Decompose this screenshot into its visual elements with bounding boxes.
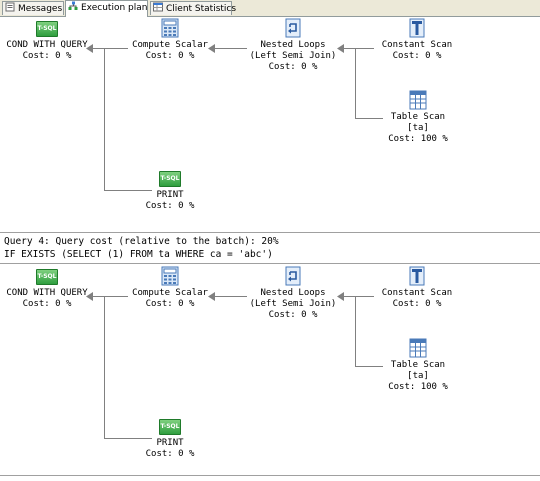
plan-node-compute-scalar[interactable]: Compute Scalar Cost: 0 % <box>128 266 212 310</box>
plan-node-cond-with-query[interactable]: T-SQL COND WITH QUERY Cost: 0 % <box>2 266 92 310</box>
results-tab-strip: Messages Execution plan Client Statistic… <box>0 0 540 17</box>
node-title: Table Scan <box>390 360 446 370</box>
plan-node-nested-loops[interactable]: Nested Loops (Left Semi Join) Cost: 0 % <box>246 266 340 321</box>
node-title: COND WITH QUERY <box>6 40 88 50</box>
tsql-icon: T-SQL <box>159 419 181 435</box>
execution-plan-icon <box>68 1 78 10</box>
connector <box>341 296 374 297</box>
node-subtitle: (Left Semi Join) <box>249 51 337 61</box>
node-subtitle: [ta] <box>407 371 429 381</box>
node-title: PRINT <box>156 190 184 200</box>
node-subtitle: [ta] <box>407 123 429 133</box>
node-title: Compute Scalar <box>132 288 208 298</box>
client-statistics-icon <box>153 2 163 12</box>
node-title: Nested Loops <box>260 288 326 298</box>
connector <box>341 48 374 49</box>
plan-separator <box>0 475 540 476</box>
node-cost: Cost: 0 % <box>268 62 318 72</box>
constant-scan-icon <box>409 18 425 38</box>
query-header: Query 4: Query cost (relative to the bat… <box>4 236 279 247</box>
tsql-icon: T-SQL <box>36 269 58 285</box>
node-cost: Cost: 0 % <box>392 299 442 309</box>
table-scan-icon <box>409 338 427 358</box>
execution-plan-1: T-SQL COND WITH QUERY Cost: 0 % Compute … <box>0 18 540 228</box>
tab-messages-label: Messages <box>18 4 63 14</box>
connector <box>355 48 356 118</box>
node-cost: Cost: 0 % <box>145 51 195 61</box>
compute-scalar-icon <box>161 18 179 38</box>
connector <box>104 48 105 190</box>
plan-separator <box>0 232 540 233</box>
query-text: IF EXISTS (SELECT (1) FROM ta WHERE ca =… <box>4 249 273 260</box>
execution-plan-2: T-SQL COND WITH QUERY Cost: 0 % Compute … <box>0 266 540 471</box>
messages-icon <box>5 2 15 12</box>
plan-node-cond-with-query[interactable]: T-SQL COND WITH QUERY Cost: 0 % <box>2 18 92 62</box>
node-title: Compute Scalar <box>132 40 208 50</box>
constant-scan-icon <box>409 266 425 286</box>
connector <box>355 366 383 367</box>
node-title: COND WITH QUERY <box>6 288 88 298</box>
plan-node-constant-scan[interactable]: Constant Scan Cost: 0 % <box>376 18 458 62</box>
compute-scalar-icon <box>161 266 179 286</box>
node-cost: Cost: 0 % <box>22 51 72 61</box>
nested-loops-icon <box>285 18 301 38</box>
node-title: Nested Loops <box>260 40 326 50</box>
plan-separator <box>0 263 540 264</box>
node-cost: Cost: 0 % <box>145 299 195 309</box>
node-cost: Cost: 100 % <box>388 382 448 392</box>
connector <box>355 118 383 119</box>
node-cost: Cost: 0 % <box>145 449 195 459</box>
connector <box>212 48 247 49</box>
connector <box>355 296 356 366</box>
plan-node-table-scan[interactable]: Table Scan [ta] Cost: 100 % <box>383 338 453 393</box>
tab-client-statistics-label: Client Statistics <box>166 4 237 14</box>
tab-client-statistics[interactable]: Client Statistics <box>150 1 236 15</box>
tab-messages[interactable]: Messages <box>2 1 64 15</box>
connector <box>104 296 105 438</box>
plan-node-constant-scan[interactable]: Constant Scan Cost: 0 % <box>376 266 458 310</box>
plan-node-nested-loops[interactable]: Nested Loops (Left Semi Join) Cost: 0 % <box>246 18 340 73</box>
tab-execution-plan[interactable]: Execution plan <box>65 0 148 17</box>
tab-execution-plan-label: Execution plan <box>81 3 148 13</box>
node-cost: Cost: 100 % <box>388 134 448 144</box>
nested-loops-icon <box>285 266 301 286</box>
node-title: PRINT <box>156 438 184 448</box>
plan-node-table-scan[interactable]: Table Scan [ta] Cost: 100 % <box>383 90 453 145</box>
tsql-icon: T-SQL <box>159 171 181 187</box>
node-title: Constant Scan <box>381 40 453 50</box>
node-title: Constant Scan <box>381 288 453 298</box>
node-cost: Cost: 0 % <box>22 299 72 309</box>
node-cost: Cost: 0 % <box>268 310 318 320</box>
connector <box>90 48 128 49</box>
tsql-icon: T-SQL <box>36 21 58 37</box>
node-title: Table Scan <box>390 112 446 122</box>
plan-node-print[interactable]: T-SQL PRINT Cost: 0 % <box>140 168 200 212</box>
connector <box>90 296 128 297</box>
plan-node-compute-scalar[interactable]: Compute Scalar Cost: 0 % <box>128 18 212 62</box>
node-cost: Cost: 0 % <box>392 51 442 61</box>
node-subtitle: (Left Semi Join) <box>249 299 337 309</box>
node-cost: Cost: 0 % <box>145 201 195 211</box>
table-scan-icon <box>409 90 427 110</box>
plan-node-print[interactable]: T-SQL PRINT Cost: 0 % <box>140 416 200 460</box>
connector <box>212 296 247 297</box>
